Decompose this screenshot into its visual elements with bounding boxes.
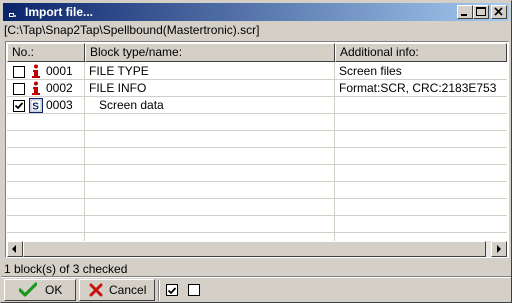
svg-text:S: S: [32, 102, 39, 113]
row-info: [339, 97, 507, 114]
column-header-no[interactable]: No.:: [7, 43, 85, 62]
row-number: 0002: [46, 81, 73, 95]
scroll-right-button[interactable]: [491, 241, 507, 257]
list-header: No.: Block type/name: Additional info:: [7, 43, 507, 62]
grid-line: [7, 147, 507, 148]
grid-line: [7, 130, 507, 131]
window-title: Import file...: [25, 5, 94, 19]
column-header-info[interactable]: Additional info:: [335, 43, 507, 62]
arrow-right-icon: [497, 245, 501, 253]
checkmark-icon: [167, 287, 177, 295]
horizontal-scrollbar[interactable]: [7, 241, 507, 257]
toolbar-separator: [158, 280, 160, 301]
row-checkbox[interactable]: [13, 83, 25, 95]
grid-line: [7, 232, 507, 233]
title-bar[interactable]: Import file...: [3, 3, 509, 21]
info-icon: [32, 64, 40, 78]
table-row[interactable]: 0002 FILE INFO Format:SCR, CRC:2183E753: [7, 80, 507, 97]
checkmark-icon: [14, 102, 24, 110]
cancel-label: Cancel: [109, 283, 147, 297]
maximize-icon: [476, 7, 486, 16]
divider: [1, 277, 511, 278]
row-number: 0001: [46, 64, 73, 78]
status-text: 1 block(s) of 3 checked: [4, 262, 128, 276]
grid-line: [7, 181, 507, 182]
row-number: 0003: [46, 98, 73, 112]
info-icon: [32, 81, 40, 95]
scroll-left-button[interactable]: [7, 241, 23, 257]
scroll-thumb[interactable]: [23, 241, 486, 257]
checkmark-icon: [19, 282, 37, 297]
check-all-button[interactable]: [166, 284, 178, 296]
import-file-window: Import file... [C:\Tap\Snap2Tap\Spellbou…: [0, 0, 512, 303]
uncheck-all-button[interactable]: [188, 284, 200, 296]
row-block-name: FILE INFO: [89, 81, 147, 95]
maximize-button[interactable]: [473, 5, 489, 19]
ok-label: OK: [45, 283, 63, 297]
row-info: Format:SCR, CRC:2183E753: [339, 81, 497, 95]
row-info: Screen files: [339, 64, 402, 78]
minimize-button[interactable]: [457, 5, 473, 19]
arrow-left-icon: [12, 245, 16, 253]
table-row[interactable]: S 0003 Screen data: [7, 97, 507, 114]
file-path-label: [C:\Tap\Snap2Tap\Spellbound(Mastertronic…: [4, 23, 260, 37]
row-checkbox[interactable]: [13, 100, 25, 112]
cancel-x-icon: [89, 283, 103, 297]
row-checkbox[interactable]: [13, 66, 25, 78]
app-icon: [9, 13, 16, 17]
grid-line: [7, 198, 507, 199]
minimize-icon: [461, 14, 467, 16]
block-list[interactable]: No.: Block type/name: Additional info: 0…: [5, 41, 509, 258]
screen-icon: S: [29, 98, 43, 113]
ok-button[interactable]: OK: [4, 279, 76, 301]
grid-line: [7, 215, 507, 216]
close-icon: [494, 7, 503, 16]
table-row[interactable]: 0001 FILE TYPE Screen files: [7, 63, 507, 80]
close-button[interactable]: [491, 5, 507, 19]
row-block-name: FILE TYPE: [89, 64, 149, 78]
column-header-block[interactable]: Block type/name:: [85, 43, 335, 62]
grid-line: [7, 164, 507, 165]
cancel-button[interactable]: Cancel: [79, 279, 155, 301]
row-block-name: Screen data: [99, 98, 164, 112]
